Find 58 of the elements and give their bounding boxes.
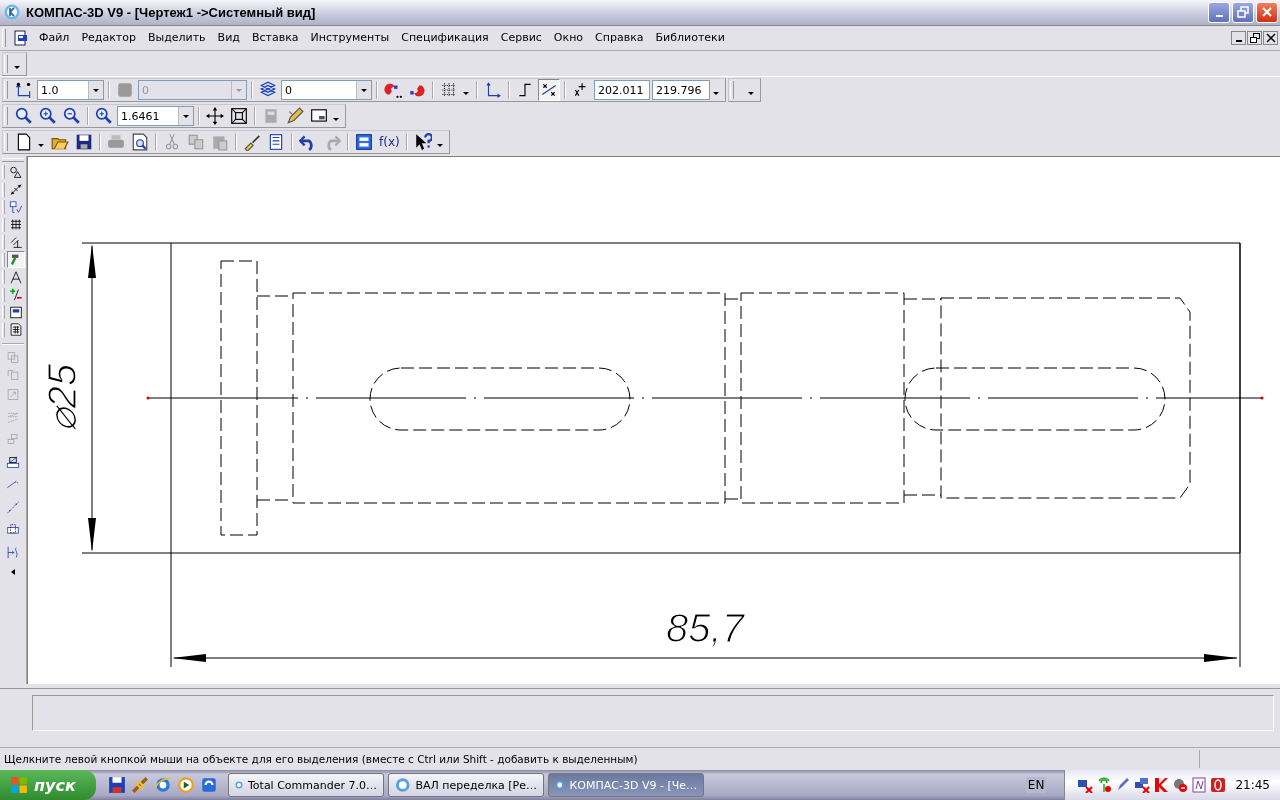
clock: 21:45 (1235, 778, 1270, 793)
menu-item[interactable]: Вид (211, 29, 246, 47)
taskbar-button[interactable]: ВАЛ переделка [Ре… (388, 773, 544, 798)
menu-item[interactable]: Библиотеки (649, 29, 731, 47)
caret-icon[interactable] (332, 115, 340, 124)
document-sync-icon[interactable] (200, 776, 218, 795)
app-logo-icon (4, 4, 20, 21)
restore-icon (1249, 32, 1260, 43)
taskbar-button[interactable]: КОМПАС-3D V9 - [Че… (548, 773, 704, 798)
restore-button[interactable] (1247, 30, 1262, 45)
blocked-speaker-icon[interactable] (1172, 777, 1189, 794)
menu-item[interactable]: Выделить (141, 29, 212, 47)
caret-icon[interactable] (712, 89, 720, 98)
combo-field[interactable]: 202.011 (594, 80, 650, 101)
restore-icon (1237, 6, 1249, 19)
dimension-label: 85,7 (666, 605, 744, 650)
scroll-left-icon[interactable] (9, 567, 17, 576)
minimize-icon (1235, 39, 1242, 42)
document-icon[interactable] (13, 29, 29, 46)
hammer-icon[interactable] (6, 251, 25, 269)
close-icon (1265, 32, 1276, 43)
dimension-label: ⌀25 (40, 363, 84, 432)
app-icon (395, 777, 411, 794)
minimize-icon (1215, 15, 1223, 18)
close-button[interactable] (1263, 30, 1278, 45)
snap-icon[interactable] (538, 79, 560, 102)
status-text: Щелкните левой кнопкой мыши на объекте для его выделения (вместе с Ctrl или Shift - добавить к выделенным) (4, 753, 638, 766)
menu-item[interactable]: Сервис (494, 29, 548, 47)
edit-icon[interactable] (4, 453, 22, 471)
network-icon[interactable] (1077, 777, 1094, 794)
close-icon (1261, 6, 1273, 19)
menu-item[interactable]: Файл (33, 29, 76, 47)
caret-icon[interactable] (462, 89, 470, 98)
combo-field[interactable]: 1.0 (37, 80, 104, 101)
caret-icon[interactable] (747, 89, 755, 98)
shield-icon[interactable] (1153, 777, 1170, 794)
menu-item[interactable]: Справка (589, 29, 650, 47)
ring-icon[interactable] (1210, 777, 1227, 794)
network-icon[interactable] (1134, 777, 1151, 794)
function-button[interactable]: f(x) (377, 134, 402, 149)
media-player-icon[interactable] (177, 776, 195, 795)
taskbar-button[interactable]: Total Commander 7.0… (228, 773, 384, 798)
menu-item[interactable]: Редактор (75, 29, 142, 47)
minimize-button[interactable] (1231, 30, 1246, 45)
combo-field[interactable]: 219.796 (652, 80, 710, 101)
menu-item[interactable]: Спецификация (395, 29, 495, 47)
windows-logo-icon (10, 776, 28, 795)
browser-icon[interactable] (154, 776, 172, 795)
wireless-icon[interactable] (1096, 777, 1113, 794)
combo-field[interactable]: 1.6461 (117, 106, 194, 127)
notepad-icon[interactable] (1191, 777, 1208, 794)
menu-item[interactable]: Инструменты (304, 29, 396, 47)
combo-field[interactable]: 0 (281, 80, 372, 101)
language-indicator[interactable]: EN (1025, 777, 1047, 794)
window-title: КОМПАС-3D V9 - [Чертеж1 ->Системный вид] (26, 4, 316, 20)
menu-item[interactable]: Окно (547, 29, 590, 47)
input-field[interactable] (32, 694, 1274, 731)
menu-item[interactable]: Вставка (245, 29, 305, 47)
